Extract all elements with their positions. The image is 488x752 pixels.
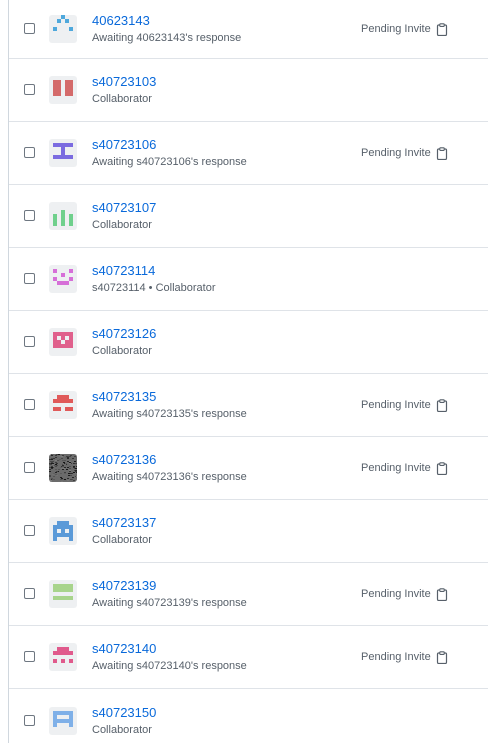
member-row: s40723126 Collaborator xyxy=(9,311,488,374)
avatar xyxy=(49,706,77,735)
member-name-link[interactable]: s40723103 xyxy=(92,74,156,90)
avatar xyxy=(49,643,77,671)
select-checkbox[interactable] xyxy=(24,399,35,410)
member-subtitle: s40723114 • Collaborator xyxy=(92,282,216,294)
member-subtitle: Awaiting s40723139's response xyxy=(92,597,247,609)
member-name-link[interactable]: s40723106 xyxy=(92,137,156,153)
copy-invite-icon[interactable] xyxy=(436,22,448,36)
avatar xyxy=(49,265,77,293)
avatar xyxy=(49,328,77,356)
status-label: Pending Invite xyxy=(361,651,431,663)
member-subtitle: Collaborator xyxy=(92,93,152,105)
member-name-link[interactable]: s40723135 xyxy=(92,389,156,405)
status-label: Pending Invite xyxy=(361,462,431,474)
select-checkbox[interactable] xyxy=(24,147,35,158)
pending-invite-status: Pending Invite xyxy=(361,649,448,665)
member-subtitle: Awaiting 40623143's response xyxy=(92,32,242,44)
member-name-link[interactable]: 40623143 xyxy=(92,13,150,29)
avatar xyxy=(49,391,77,419)
member-name-link[interactable]: s40723140 xyxy=(92,641,156,657)
avatar xyxy=(49,15,77,43)
select-checkbox[interactable] xyxy=(24,588,35,599)
avatar xyxy=(49,580,77,608)
copy-invite-icon[interactable] xyxy=(436,650,448,664)
copy-invite-icon[interactable] xyxy=(436,398,448,412)
member-subtitle: Awaiting s40723106's response xyxy=(92,156,247,168)
member-row: s40723135 Awaiting s40723135's response Pe… xyxy=(9,374,488,437)
copy-invite-icon[interactable] xyxy=(436,587,448,601)
member-row: s40723139 Awaiting s40723139's response Pe… xyxy=(9,563,488,626)
pending-invite-status: Pending Invite xyxy=(361,586,448,602)
pending-invite-status: Pending Invite xyxy=(361,397,448,413)
select-checkbox[interactable] xyxy=(24,210,35,221)
member-name-link[interactable]: s40723107 xyxy=(92,200,156,216)
member-list: 40623143 Awaiting 40623143's response Pend… xyxy=(8,0,488,743)
select-checkbox[interactable] xyxy=(24,525,35,536)
member-subtitle: Collaborator xyxy=(92,219,152,231)
pending-invite-status: Pending Invite xyxy=(361,460,448,476)
member-name-link[interactable]: s40723114 xyxy=(92,263,155,279)
status-label: Pending Invite xyxy=(361,23,431,35)
pending-invite-status: Pending Invite xyxy=(361,21,448,37)
avatar xyxy=(49,202,77,230)
member-row: s40723103 Collaborator xyxy=(9,59,488,122)
select-checkbox[interactable] xyxy=(24,84,35,95)
member-name-link[interactable]: s40723150 xyxy=(92,705,156,721)
member-row: s40723114 s40723114 • Collaborator xyxy=(9,248,488,311)
select-checkbox[interactable] xyxy=(24,714,35,726)
pending-invite-status: Pending Invite xyxy=(361,145,448,161)
member-subtitle: Collaborator xyxy=(92,723,152,736)
member-row: s40723140 Awaiting s40723140's response Pe… xyxy=(9,626,488,689)
member-name-link[interactable]: s40723126 xyxy=(92,326,156,342)
copy-invite-icon[interactable] xyxy=(436,461,448,475)
member-name-link[interactable]: s40723136 xyxy=(92,452,156,468)
member-row: 40623143 Awaiting 40623143's response Pend… xyxy=(9,0,488,59)
avatar xyxy=(49,517,77,545)
member-subtitle: Collaborator xyxy=(92,345,152,357)
select-checkbox[interactable] xyxy=(24,651,35,662)
member-name-link[interactable]: s40723137 xyxy=(92,515,156,531)
select-checkbox[interactable] xyxy=(24,273,35,284)
avatar xyxy=(49,76,77,104)
status-label: Pending Invite xyxy=(361,147,431,159)
avatar xyxy=(49,139,77,167)
member-row: s40723106 Awaiting s40723106's response Pe… xyxy=(9,122,488,185)
member-subtitle: Awaiting s40723140's response xyxy=(92,660,247,672)
status-label: Pending Invite xyxy=(361,399,431,411)
copy-invite-icon[interactable] xyxy=(436,146,448,160)
member-subtitle: Awaiting s40723136's response xyxy=(92,471,247,483)
member-row: s40723137 Collaborator xyxy=(9,500,488,563)
select-checkbox[interactable] xyxy=(24,336,35,347)
select-checkbox[interactable] xyxy=(24,462,35,473)
member-row: s40723136 Awaiting s40723136's response Pe… xyxy=(9,437,488,500)
member-subtitle: Awaiting s40723135's response xyxy=(92,408,247,420)
member-subtitle: Collaborator xyxy=(92,534,152,546)
status-label: Pending Invite xyxy=(361,588,431,600)
member-name-link[interactable]: s40723139 xyxy=(92,578,156,594)
member-row: s40723107 Collaborator xyxy=(9,185,488,248)
select-checkbox[interactable] xyxy=(24,23,35,34)
avatar xyxy=(49,454,77,482)
